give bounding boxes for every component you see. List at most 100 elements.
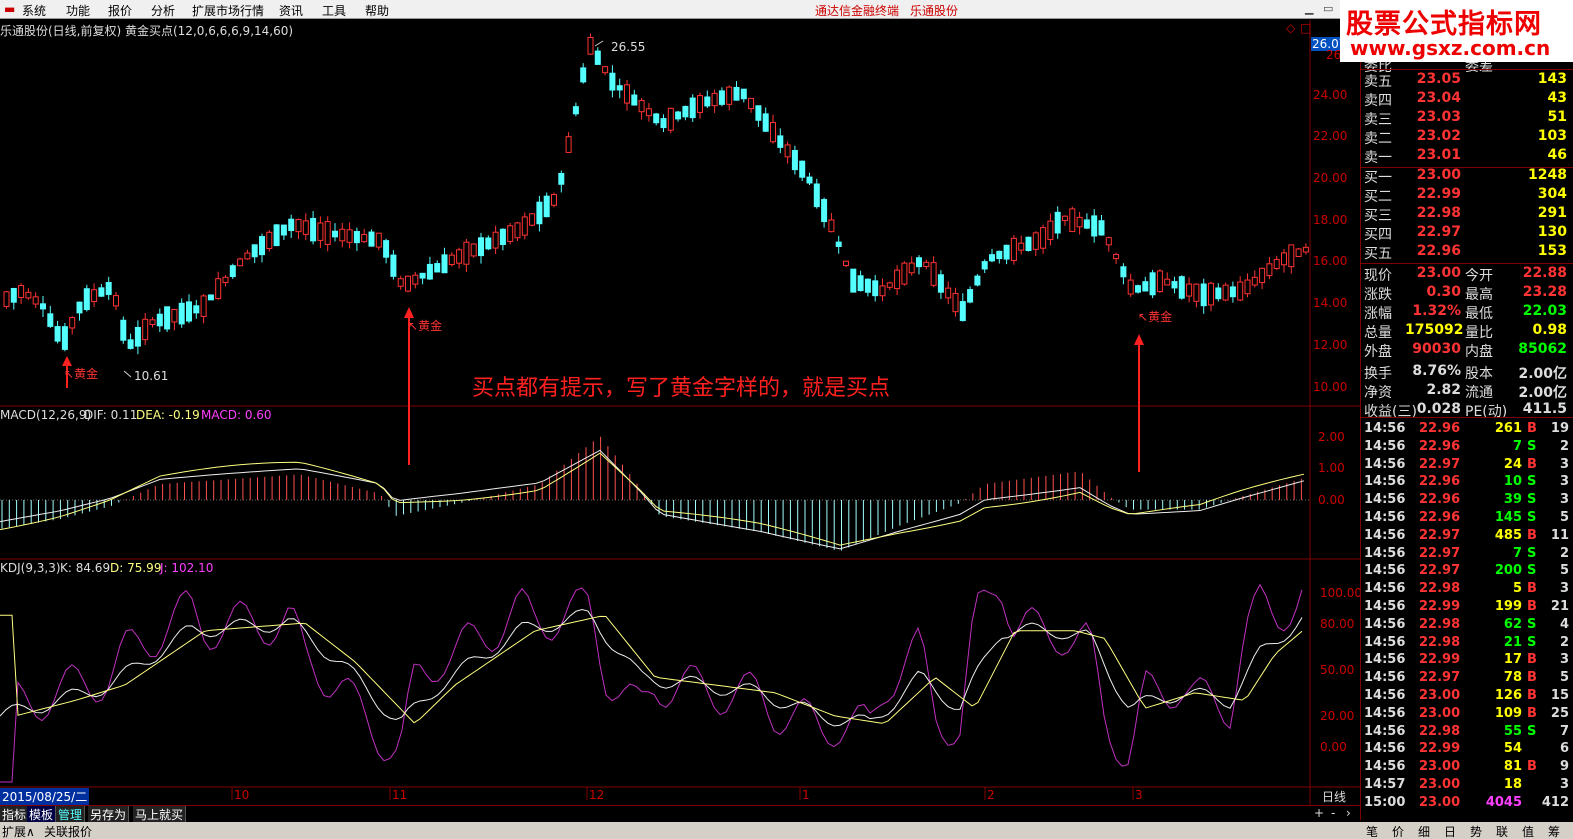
macd-dif: DIF: 0.11	[84, 408, 138, 422]
tab-detail[interactable]: 细	[1418, 823, 1430, 839]
candle	[244, 249, 251, 260]
tick-direction: B	[1527, 456, 1537, 472]
candle	[872, 274, 879, 302]
stat-label: 换手	[1364, 366, 1392, 382]
tab-value[interactable]: 值	[1522, 823, 1534, 839]
tab-template[interactable]: 模板	[27, 806, 57, 822]
tab-buy-now[interactable]: 马上就买	[133, 806, 187, 822]
menu-item-ext-market[interactable]: 扩展市场行情	[192, 2, 264, 19]
tick-volume: 21	[1503, 634, 1522, 650]
tick-price: 22.97	[1419, 670, 1461, 686]
candle	[558, 170, 565, 193]
zoom-in-button[interactable]: +	[1314, 806, 1324, 820]
tab-indicator[interactable]: 指标	[0, 806, 30, 822]
chart-option-icon[interactable]: ◇	[1286, 21, 1295, 35]
candle	[215, 271, 222, 300]
candle	[864, 278, 871, 297]
tab-price[interactable]: 价	[1392, 823, 1404, 839]
candle	[689, 94, 696, 122]
period-label[interactable]: 日线	[1322, 788, 1346, 805]
tick-row: 14:56 22.99 54 6	[1361, 740, 1573, 758]
tick-direction: S	[1527, 438, 1537, 454]
ask-row[interactable]: 卖三 23.03 51	[1361, 108, 1573, 128]
price-tick: 22.00	[1313, 129, 1348, 143]
tab-manage[interactable]: 管理	[56, 806, 86, 822]
menu-item-news[interactable]: 资讯	[279, 2, 303, 19]
candle	[120, 316, 127, 344]
candle	[1127, 273, 1134, 297]
tick-direction: B	[1527, 670, 1537, 686]
bid-row[interactable]: 买三 22.98 291	[1361, 204, 1573, 224]
stat-value: 0.30	[1426, 284, 1461, 300]
candle	[507, 222, 514, 245]
zoom-out-button[interactable]: -	[1331, 806, 1335, 820]
ask-row[interactable]: 卖一 23.01 46	[1361, 146, 1573, 166]
stat-value: 0.98	[1532, 322, 1567, 338]
candle	[945, 281, 952, 305]
ask-volume: 46	[1547, 147, 1567, 163]
kdj-header-name: KDJ(9,3,3)	[0, 561, 61, 575]
tab-trend[interactable]: 势	[1470, 823, 1482, 839]
candle	[273, 224, 280, 247]
tick-price: 22.96	[1419, 438, 1461, 454]
tick-count: 21	[1550, 599, 1569, 614]
menu-item-analysis[interactable]: 分析	[151, 2, 175, 19]
annotation-text: 买点都有提示，写了黄金字样的，就是买点	[472, 376, 891, 401]
signal-label-2: ↖黄金	[408, 319, 443, 333]
candle	[967, 286, 974, 304]
signal-arrow-3	[1134, 334, 1144, 472]
tick-count: 5	[1559, 510, 1569, 525]
ask-label: 卖三	[1364, 112, 1392, 128]
stat-label: PE(动)	[1465, 404, 1508, 420]
restore-icon[interactable]: ▭	[1323, 2, 1333, 15]
tab-tick[interactable]: 笔	[1366, 823, 1378, 839]
bid-row[interactable]: 买四 22.97 130	[1361, 223, 1573, 243]
tick-volume: 5	[1512, 581, 1522, 597]
tick-volume: 18	[1503, 777, 1522, 792]
expand-button[interactable]: 扩展∧	[2, 823, 35, 839]
tab-chips[interactable]: 筹	[1548, 823, 1560, 839]
tick-volume: 199	[1494, 599, 1522, 614]
bid-row[interactable]: 买五 22.96 153	[1361, 242, 1573, 262]
linked-quote-button[interactable]: 关联报价	[44, 823, 92, 839]
tick-price: 22.97	[1419, 545, 1461, 561]
chart-area[interactable]: 乐通股份(日线,前复权) 黄金买点(12,0,6,6,6,9,14,60) ◇ …	[0, 20, 1362, 805]
menu-item-help[interactable]: 帮助	[365, 2, 389, 19]
tab-daily[interactable]: 日	[1444, 823, 1456, 839]
tab-save-as[interactable]: 另存为	[88, 806, 130, 822]
stat-value: 90030	[1412, 341, 1461, 357]
candle	[1229, 281, 1236, 303]
candle	[448, 252, 455, 267]
candle	[18, 283, 25, 305]
ask-row[interactable]: 卖五 23.05 143	[1361, 70, 1573, 90]
bid-row[interactable]: 买二 22.99 304	[1361, 185, 1573, 205]
candle	[777, 128, 784, 154]
stat-value: 2.00亿	[1518, 385, 1567, 401]
tick-time: 14:57	[1364, 777, 1406, 792]
candle	[1288, 244, 1295, 274]
tick-count: 2	[1559, 545, 1569, 561]
tick-time: 14:56	[1364, 492, 1406, 508]
macd-tick: 1.00	[1318, 461, 1345, 475]
kdj-tick: 50.00	[1320, 663, 1355, 677]
menu-item-system[interactable]: 系统	[22, 2, 46, 19]
tick-count: 25	[1550, 705, 1569, 721]
tick-volume: 24	[1503, 456, 1522, 472]
tick-price: 23.00	[1419, 794, 1461, 810]
tick-time: 14:56	[1364, 474, 1406, 490]
ask-row[interactable]: 卖四 23.04 43	[1361, 89, 1573, 109]
chevron-right-icon[interactable]: ›	[1346, 806, 1351, 820]
tick-volume: 485	[1494, 527, 1522, 543]
tab-linked[interactable]: 联	[1496, 823, 1508, 839]
tick-volume: 109	[1494, 705, 1522, 721]
chart-close-icon[interactable]: □	[1300, 21, 1311, 35]
tick-count: 3	[1559, 492, 1569, 508]
bid-row[interactable]: 买一 23.00 1248	[1361, 166, 1573, 186]
menu-item-quote[interactable]: 报价	[108, 2, 132, 19]
ask-row[interactable]: 卖二 23.02 103	[1361, 127, 1573, 147]
menu-item-function[interactable]: 功能	[66, 2, 90, 19]
minimize-icon[interactable]: ▁	[1305, 2, 1313, 15]
app-icon[interactable]: ▬	[4, 2, 15, 16]
menu-item-tools[interactable]: 工具	[322, 2, 346, 19]
candle	[536, 195, 543, 232]
